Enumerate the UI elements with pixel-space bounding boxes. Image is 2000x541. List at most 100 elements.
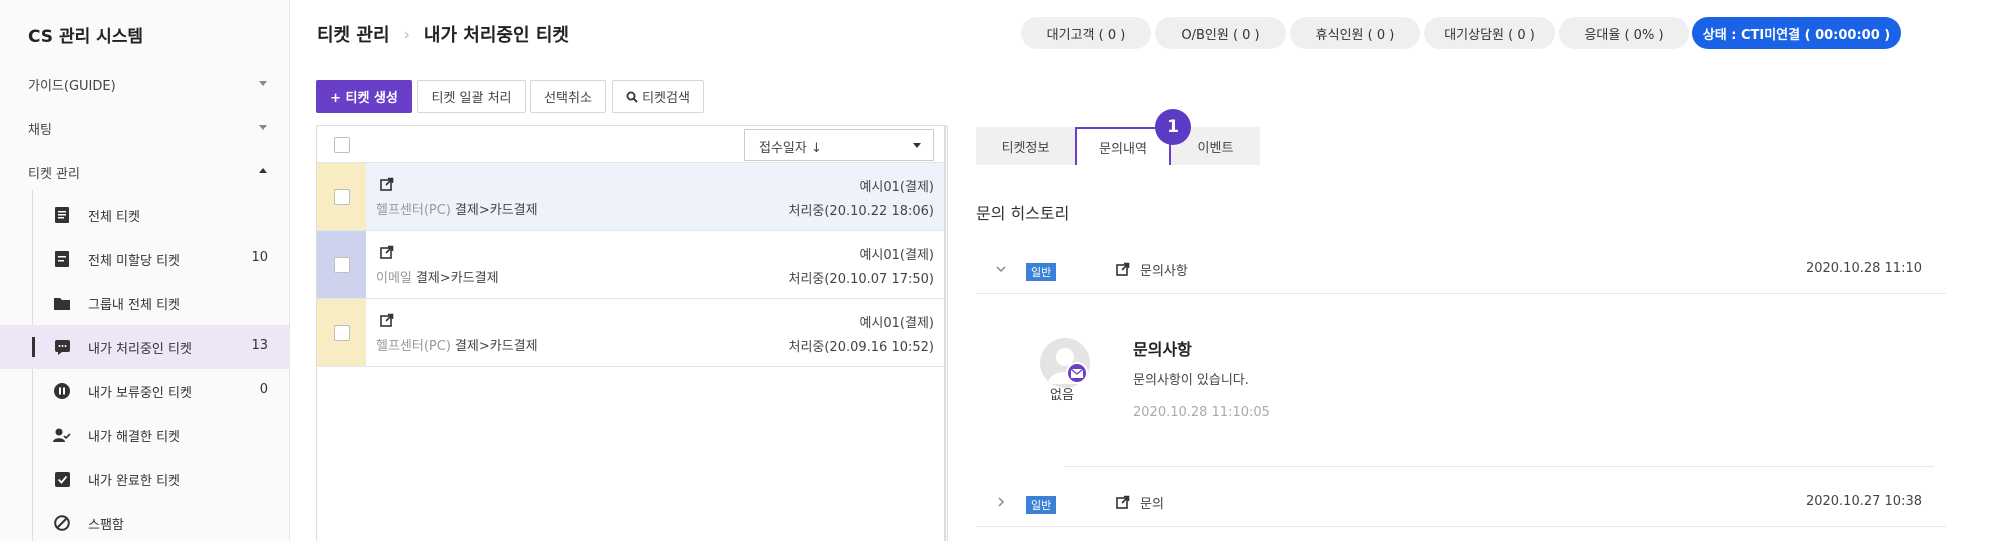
message-block — [1040, 312, 1934, 467]
active-indicator — [32, 337, 35, 357]
sidebar-item-group-tickets[interactable]: 그룹내 전체 티켓 — [0, 281, 289, 325]
stat-resting-staff: 휴식인원 ( 0 ) — [1290, 17, 1420, 49]
row-customer: 예시01(결제) — [859, 248, 934, 263]
user-check-icon — [53, 426, 71, 444]
history-row[interactable]: 일반 문의사항 2020.10.28 11:10 — [976, 246, 1946, 294]
external-link-icon[interactable] — [380, 245, 394, 259]
row-source: 헬프센터(PC) 결제>카드결제 — [376, 335, 538, 354]
create-ticket-button[interactable]: + 티켓 생성 — [316, 80, 412, 113]
sort-dropdown[interactable]: 접수일자 ↓ — [744, 129, 934, 161]
sidebar-item-my-completed[interactable]: 내가 완료한 티켓 — [0, 457, 289, 501]
external-link-icon[interactable] — [380, 177, 394, 191]
chevron-right-icon[interactable] — [994, 495, 1008, 509]
stat-response-rate: 응대율 ( 0% ) — [1559, 17, 1689, 49]
message-title: 문의사항 — [1133, 340, 1192, 359]
sidebar-item-label: 그룹내 전체 티켓 — [88, 298, 180, 313]
deselect-button[interactable]: 선택취소 — [530, 80, 606, 113]
history-date: 2020.10.28 11:10 — [1805, 261, 1922, 276]
row-category: 결제>카드결제 — [415, 271, 499, 286]
cti-status-button[interactable]: 상태 : CTI미연결 ( 00:00:00 ) — [1692, 17, 1901, 49]
chevron-down-icon[interactable] — [994, 262, 1008, 276]
tab-ticket-info[interactable]: 티켓정보 — [976, 127, 1075, 165]
mail-icon — [1066, 362, 1088, 384]
sidebar-item-all-tickets[interactable]: 전체 티켓 — [0, 193, 289, 237]
document-list-icon — [53, 206, 71, 224]
row-source-channel: 헬프센터(PC) — [376, 203, 451, 218]
row-source: 헬프센터(PC) 결제>카드결제 — [376, 199, 538, 218]
message-body: 문의사항이 있습니다. — [1133, 373, 1249, 388]
row-status: 처리중(20.10.07 17:50) — [788, 272, 934, 287]
avatar-name: 없음 — [1050, 388, 1074, 403]
row-checkbox[interactable] — [334, 189, 350, 205]
sidebar-item-spam[interactable]: 스팸함 — [0, 501, 289, 541]
page-title: 내가 처리중인 티켓 — [423, 25, 569, 46]
row-category: 결제>카드결제 — [454, 339, 538, 354]
sidebar-item-unassigned[interactable]: 전체 미할당 티켓 10 — [0, 237, 289, 281]
step-number-badge: 1 — [1155, 109, 1191, 145]
table-row[interactable]: 헬프센터(PC) 결제>카드결제 예시01(결제) 처리중(20.10.22 18… — [317, 163, 944, 231]
row-source: 이메일 결제>카드결제 — [376, 267, 499, 286]
sidebar-item-label: 전체 티켓 — [88, 210, 140, 225]
row-source-channel: 이메일 — [376, 271, 412, 286]
chevron-up-icon[interactable] — [259, 168, 267, 173]
external-link-icon[interactable] — [1116, 495, 1130, 509]
sidebar-item-count: 0 — [259, 382, 268, 397]
sidebar-item-count: 10 — [251, 250, 268, 265]
row-checkbox[interactable] — [334, 257, 350, 273]
sidebar-item-my-in-progress[interactable]: 내가 처리중인 티켓 13 — [0, 325, 289, 369]
sidebar-item-count: 13 — [251, 338, 268, 353]
row-customer: 예시01(결제) — [859, 180, 934, 195]
sidebar: CS 관리 시스템 가이드(GUIDE) 채팅 티켓 관리 전체 티켓 전체 미… — [0, 0, 290, 541]
table-row[interactable]: 이메일 결제>카드결제 예시01(결제) 처리중(20.10.07 17:50) — [317, 231, 944, 299]
chevron-down-icon — [913, 143, 921, 148]
chat-bubble-icon — [53, 338, 71, 356]
message-time: 2020.10.28 11:10:05 — [1133, 405, 1270, 420]
table-row[interactable]: 헬프센터(PC) 결제>카드결제 예시01(결제) 처리중(20.09.16 10… — [317, 299, 944, 367]
category-badge: 일반 — [1026, 263, 1057, 281]
app-title: CS 관리 시스템 — [28, 27, 144, 47]
chevron-down-icon[interactable] — [259, 81, 267, 86]
stat-waiting-agents: 대기상담원 ( 0 ) — [1424, 17, 1555, 49]
stat-waiting-customers: 대기고객 ( 0 ) — [1021, 17, 1151, 49]
row-status: 처리중(20.09.16 10:52) — [788, 340, 934, 355]
list-header: 접수일자 ↓ — [317, 126, 944, 163]
folder-icon — [53, 294, 71, 312]
checkbox-icon — [53, 470, 71, 488]
pause-icon — [53, 382, 71, 400]
history-title: 문의 — [1140, 497, 1164, 512]
sidebar-item-label: 내가 완료한 티켓 — [88, 474, 180, 489]
breadcrumb-root[interactable]: 티켓 관리 — [317, 21, 390, 47]
sidebar-item-my-on-hold[interactable]: 내가 보류중인 티켓 0 — [0, 369, 289, 413]
history-title: 문의사항 — [1140, 264, 1188, 279]
row-customer: 예시01(결제) — [859, 316, 934, 331]
breadcrumb: 티켓 관리 › 내가 처리중인 티켓 — [317, 21, 569, 47]
sidebar-item-label: 스팸함 — [88, 518, 124, 533]
external-link-icon[interactable] — [1116, 262, 1130, 276]
document-icon — [53, 250, 71, 268]
select-all-checkbox[interactable] — [334, 137, 350, 153]
chevron-right-icon: › — [403, 24, 410, 44]
row-checkbox[interactable] — [334, 325, 350, 341]
row-status: 처리중(20.10.22 18:06) — [788, 204, 934, 219]
sidebar-item-my-resolved[interactable]: 내가 해결한 티켓 — [0, 413, 289, 457]
category-badge: 일반 — [1026, 496, 1057, 514]
external-link-icon[interactable] — [380, 313, 394, 327]
menu-guide[interactable]: 가이드(GUIDE) — [28, 75, 116, 94]
chevron-down-icon[interactable] — [259, 125, 267, 130]
section-title: 문의 히스토리 — [976, 204, 1070, 223]
sidebar-item-label: 전체 미할당 티켓 — [88, 254, 180, 269]
bulk-process-button[interactable]: 티켓 일괄 처리 — [417, 80, 526, 113]
panel-splitter[interactable] — [945, 125, 948, 541]
sidebar-item-label: 내가 처리중인 티켓 — [88, 342, 192, 357]
block-icon — [53, 514, 71, 532]
history-row[interactable]: 일반 문의 2020.10.27 10:38 — [976, 479, 1946, 527]
history-date: 2020.10.27 10:38 — [1805, 494, 1922, 509]
stat-ob-staff: O/B인원 ( 0 ) — [1155, 17, 1286, 49]
ticket-search-button[interactable]: 티켓검색 — [612, 80, 704, 113]
sidebar-item-label: 내가 보류중인 티켓 — [88, 386, 192, 401]
menu-chat[interactable]: 채팅 — [28, 119, 52, 138]
ticket-list: 접수일자 ↓ 헬프센터(PC) 결제>카드결제 예시01(결제) 처리중(20.1… — [316, 125, 945, 541]
row-source-channel: 헬프센터(PC) — [376, 339, 451, 354]
sort-label: 접수일자 ↓ — [759, 141, 822, 156]
menu-ticket-management[interactable]: 티켓 관리 — [28, 163, 80, 182]
